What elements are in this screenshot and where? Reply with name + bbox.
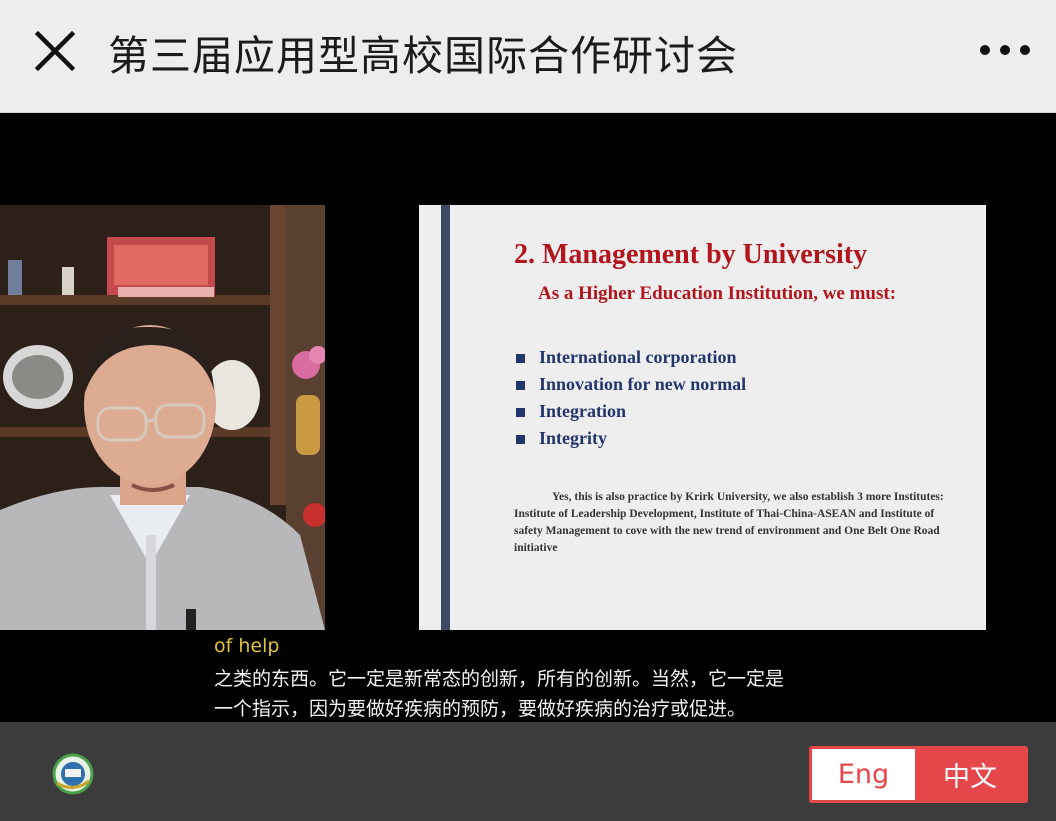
presentation-slide: 2. Management by University As a Higher … — [419, 205, 986, 630]
subtitle-chinese-line: 之类的东西。它一定是新常态的创新，所有的创新。当然，它一定是 — [214, 668, 785, 690]
page-title: 第三届应用型高校国际合作研讨会 — [108, 32, 738, 80]
square-bullet-icon — [516, 354, 525, 363]
more-options-button[interactable] — [975, 32, 1035, 68]
subtitle-english: of help — [214, 635, 280, 657]
subtitle-chinese-line: 一个指示，因为要做好疾病的预防，要做好疾病的治疗或促进。 — [214, 698, 747, 720]
slide-bullet: International corporation — [514, 347, 746, 374]
language-option-chinese[interactable]: 中文 — [915, 749, 1025, 800]
subtitle-chinese: 之类的东西。它一定是新常态的创新，所有的创新。当然，它一定是 一个指示，因为要做… — [214, 664, 784, 724]
conference-logo — [51, 753, 95, 795]
slide-accent-bar — [441, 205, 450, 630]
square-bullet-icon — [516, 435, 525, 444]
slide-bullet: Innovation for new normal — [514, 374, 746, 401]
language-option-english[interactable]: Eng — [812, 749, 915, 800]
language-toggle: Eng 中文 — [809, 746, 1028, 803]
slide-subtitle: As a Higher Education Institution, we mu… — [538, 283, 897, 304]
globe-logo-icon — [52, 753, 94, 795]
square-bullet-icon — [516, 408, 525, 417]
more-horizontal-icon — [980, 45, 1030, 55]
app-header: 第三届应用型高校国际合作研讨会 — [0, 0, 1056, 113]
slide-bullet: Integrity — [514, 428, 746, 455]
speaker-camera-feed — [0, 205, 325, 630]
close-button[interactable] — [30, 26, 80, 76]
slide-bullet-list: International corporation Innovation for… — [514, 347, 746, 455]
slide-bullet: Integration — [514, 401, 746, 428]
slide-title: 2. Management by University — [514, 239, 868, 270]
square-bullet-icon — [516, 381, 525, 390]
close-icon — [34, 30, 76, 72]
slide-note: Yes, this is also practice by Krirk Univ… — [514, 491, 944, 554]
